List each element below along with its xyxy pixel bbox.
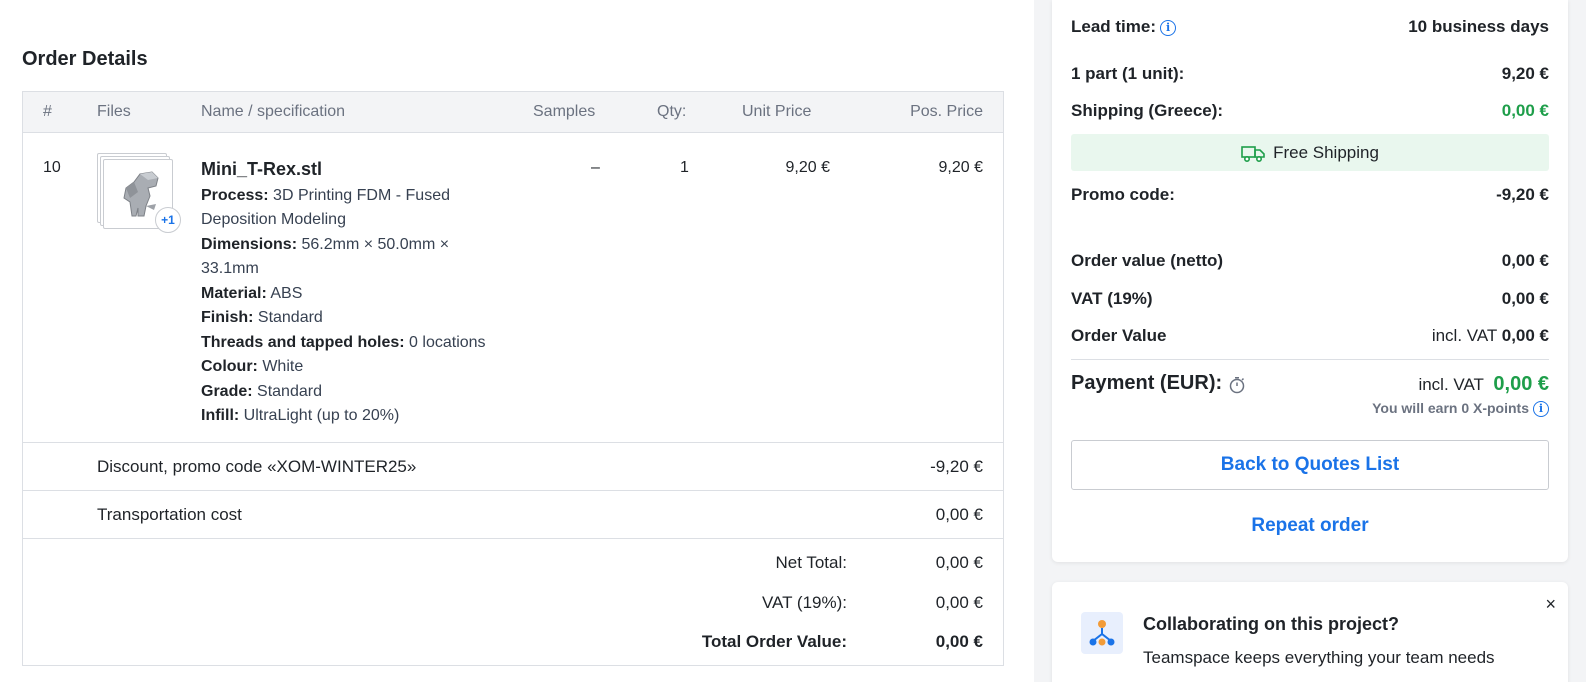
net-total-label: Net Total: (775, 553, 847, 572)
order-summary-card: Lead time: i 10 business days 1 part (1 u… (1052, 0, 1568, 562)
order-value-value: 0,00 € (1501, 326, 1549, 345)
back-to-quotes-button[interactable]: Back to Quotes List (1071, 440, 1549, 490)
file-thumbnail[interactable]: +1 (97, 153, 181, 233)
col-pos-price: Pos. Price (910, 103, 983, 120)
extra-files-badge[interactable]: +1 (155, 207, 181, 233)
item-number: 10 (43, 159, 61, 176)
discount-value: -9,20 € (930, 457, 983, 476)
xpoints-note: You will earn 0 X-points i (1372, 400, 1549, 418)
col-number: # (43, 103, 52, 120)
item-samples: – (591, 159, 600, 176)
spec-colour: Colour: White (201, 358, 304, 375)
order-details-panel: Order Details # Files Name / specificati… (0, 0, 1034, 682)
col-files: Files (97, 103, 131, 120)
netto-label: Order value (netto) (1071, 251, 1224, 270)
info-icon[interactable]: i (1160, 19, 1177, 36)
page-title: Order Details (22, 48, 148, 70)
total-order-label: Total Order Value: (701, 632, 847, 651)
net-total-value: 0,00 € (935, 553, 983, 572)
payment-prefix: incl. VAT (1418, 375, 1484, 394)
repeat-order-button[interactable]: Repeat order (1071, 510, 1549, 542)
team-icon (1081, 612, 1123, 654)
summary-vat-label: VAT (19%) (1071, 289, 1153, 308)
spec-finish: Finish: Standard (201, 309, 323, 326)
order-table: # Files Name / specification Samples Qty… (22, 91, 1004, 666)
part-value: 9,20 € (1501, 64, 1549, 83)
stopwatch-icon (1229, 376, 1245, 393)
shipping-value: 0,00 € (1501, 101, 1549, 120)
collab-title: Collaborating on this project? (1143, 614, 1399, 634)
discount-label: Discount, promo code «XOM-WINTER25» (97, 457, 417, 476)
order-value-prefix: incl. VAT (1431, 326, 1497, 345)
totals-block: Net Total: 0,00 € VAT (19%): 0,00 € Tota… (23, 539, 1003, 665)
spec-process: Process: 3D Printing FDM - Fused Deposit… (201, 186, 450, 229)
close-icon[interactable]: × (1545, 594, 1556, 615)
order-value-label: Order Value (1071, 326, 1167, 345)
promo-value: -9,20 € (1496, 185, 1549, 204)
total-order-value: 0,00 € (935, 632, 983, 651)
collaboration-card: Collaborating on this project? Teamspace… (1052, 582, 1568, 682)
table-header: # Files Name / specification Samples Qty… (23, 92, 1003, 133)
free-shipping-label: Free Shipping (1273, 143, 1379, 162)
summary-sidebar: Lead time: i 10 business days 1 part (1 u… (1034, 0, 1586, 682)
col-unit-price: Unit Price (742, 103, 812, 120)
table-row: 10 +1 Mini_T-Rex.stl Process: 3D Printin… (23, 133, 1003, 443)
spec-material: Material: ABS (201, 284, 303, 302)
summary-divider (1071, 359, 1549, 360)
transport-label: Transportation cost (97, 505, 242, 524)
truck-icon (1241, 145, 1265, 162)
summary-vat-value: 0,00 € (1501, 289, 1549, 308)
item-qty: 1 (680, 159, 689, 176)
netto-value: 0,00 € (1501, 251, 1549, 270)
transport-row: Transportation cost 0,00 € (23, 491, 1003, 539)
spec-threads: Threads and tapped holes: 0 locations (201, 333, 486, 351)
vat-label: VAT (19%): (761, 593, 847, 612)
promo-label: Promo code: (1071, 185, 1175, 204)
free-shipping-banner: Free Shipping (1071, 134, 1549, 171)
col-qty: Qty: (657, 103, 687, 120)
col-samples: Samples (533, 103, 596, 120)
item-pos-price: 9,20 € (938, 159, 983, 176)
xpoints-text: You will earn 0 X-points (1372, 400, 1529, 416)
payment-label: Payment (EUR): (1071, 372, 1223, 394)
spec-infill: Infill: UltraLight (up to 20%) (201, 407, 400, 424)
info-icon[interactable]: i (1533, 401, 1549, 418)
shipping-label: Shipping (Greece): (1071, 101, 1224, 120)
col-name: Name / specification (201, 103, 346, 120)
transport-value: 0,00 € (935, 505, 983, 524)
file-name: Mini_T-Rex.stl (201, 159, 323, 179)
lead-time-label: Lead time: (1071, 17, 1157, 36)
item-unit-price: 9,20 € (785, 159, 830, 176)
discount-row: Discount, promo code «XOM-WINTER25» -9,2… (23, 443, 1003, 491)
spec-grade: Grade: Standard (201, 382, 322, 400)
payment-value: 0,00 € (1493, 373, 1549, 395)
vat-value: 0,00 € (935, 593, 983, 612)
collab-description: Teamspace keeps everything your team nee… (1143, 648, 1495, 667)
spec-dimensions: Dimensions: 56.2mm × 50.0mm × 33.1mm (201, 235, 450, 278)
lead-time-value: 10 business days (1408, 17, 1549, 36)
part-label: 1 part (1 unit): (1071, 64, 1185, 83)
item-specification: Mini_T-Rex.stl Process: 3D Printing FDM … (201, 157, 511, 429)
